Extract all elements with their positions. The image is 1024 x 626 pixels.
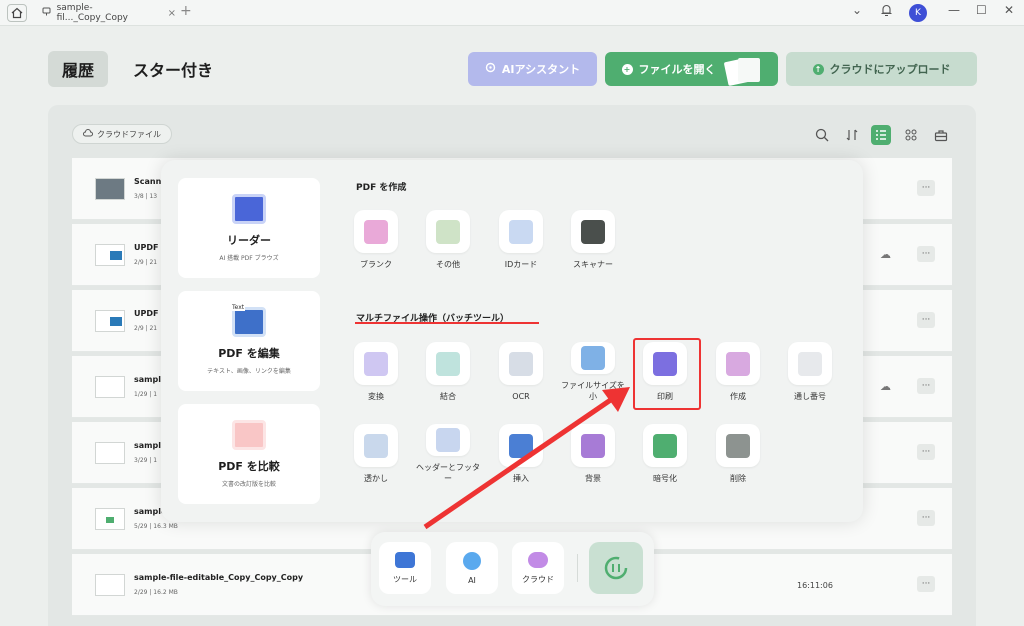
sync-button[interactable] [589, 542, 643, 594]
dock-divider [577, 554, 578, 582]
cloud-icon [528, 551, 548, 568]
dock-tools-button[interactable]: ツール [379, 542, 431, 594]
toolbox-icon [395, 551, 415, 568]
dock-ai-button[interactable]: AI [446, 542, 498, 594]
ai-icon [463, 551, 481, 570]
sync-icon [604, 556, 628, 580]
dock-cloud-button[interactable]: クラウド [512, 542, 564, 594]
